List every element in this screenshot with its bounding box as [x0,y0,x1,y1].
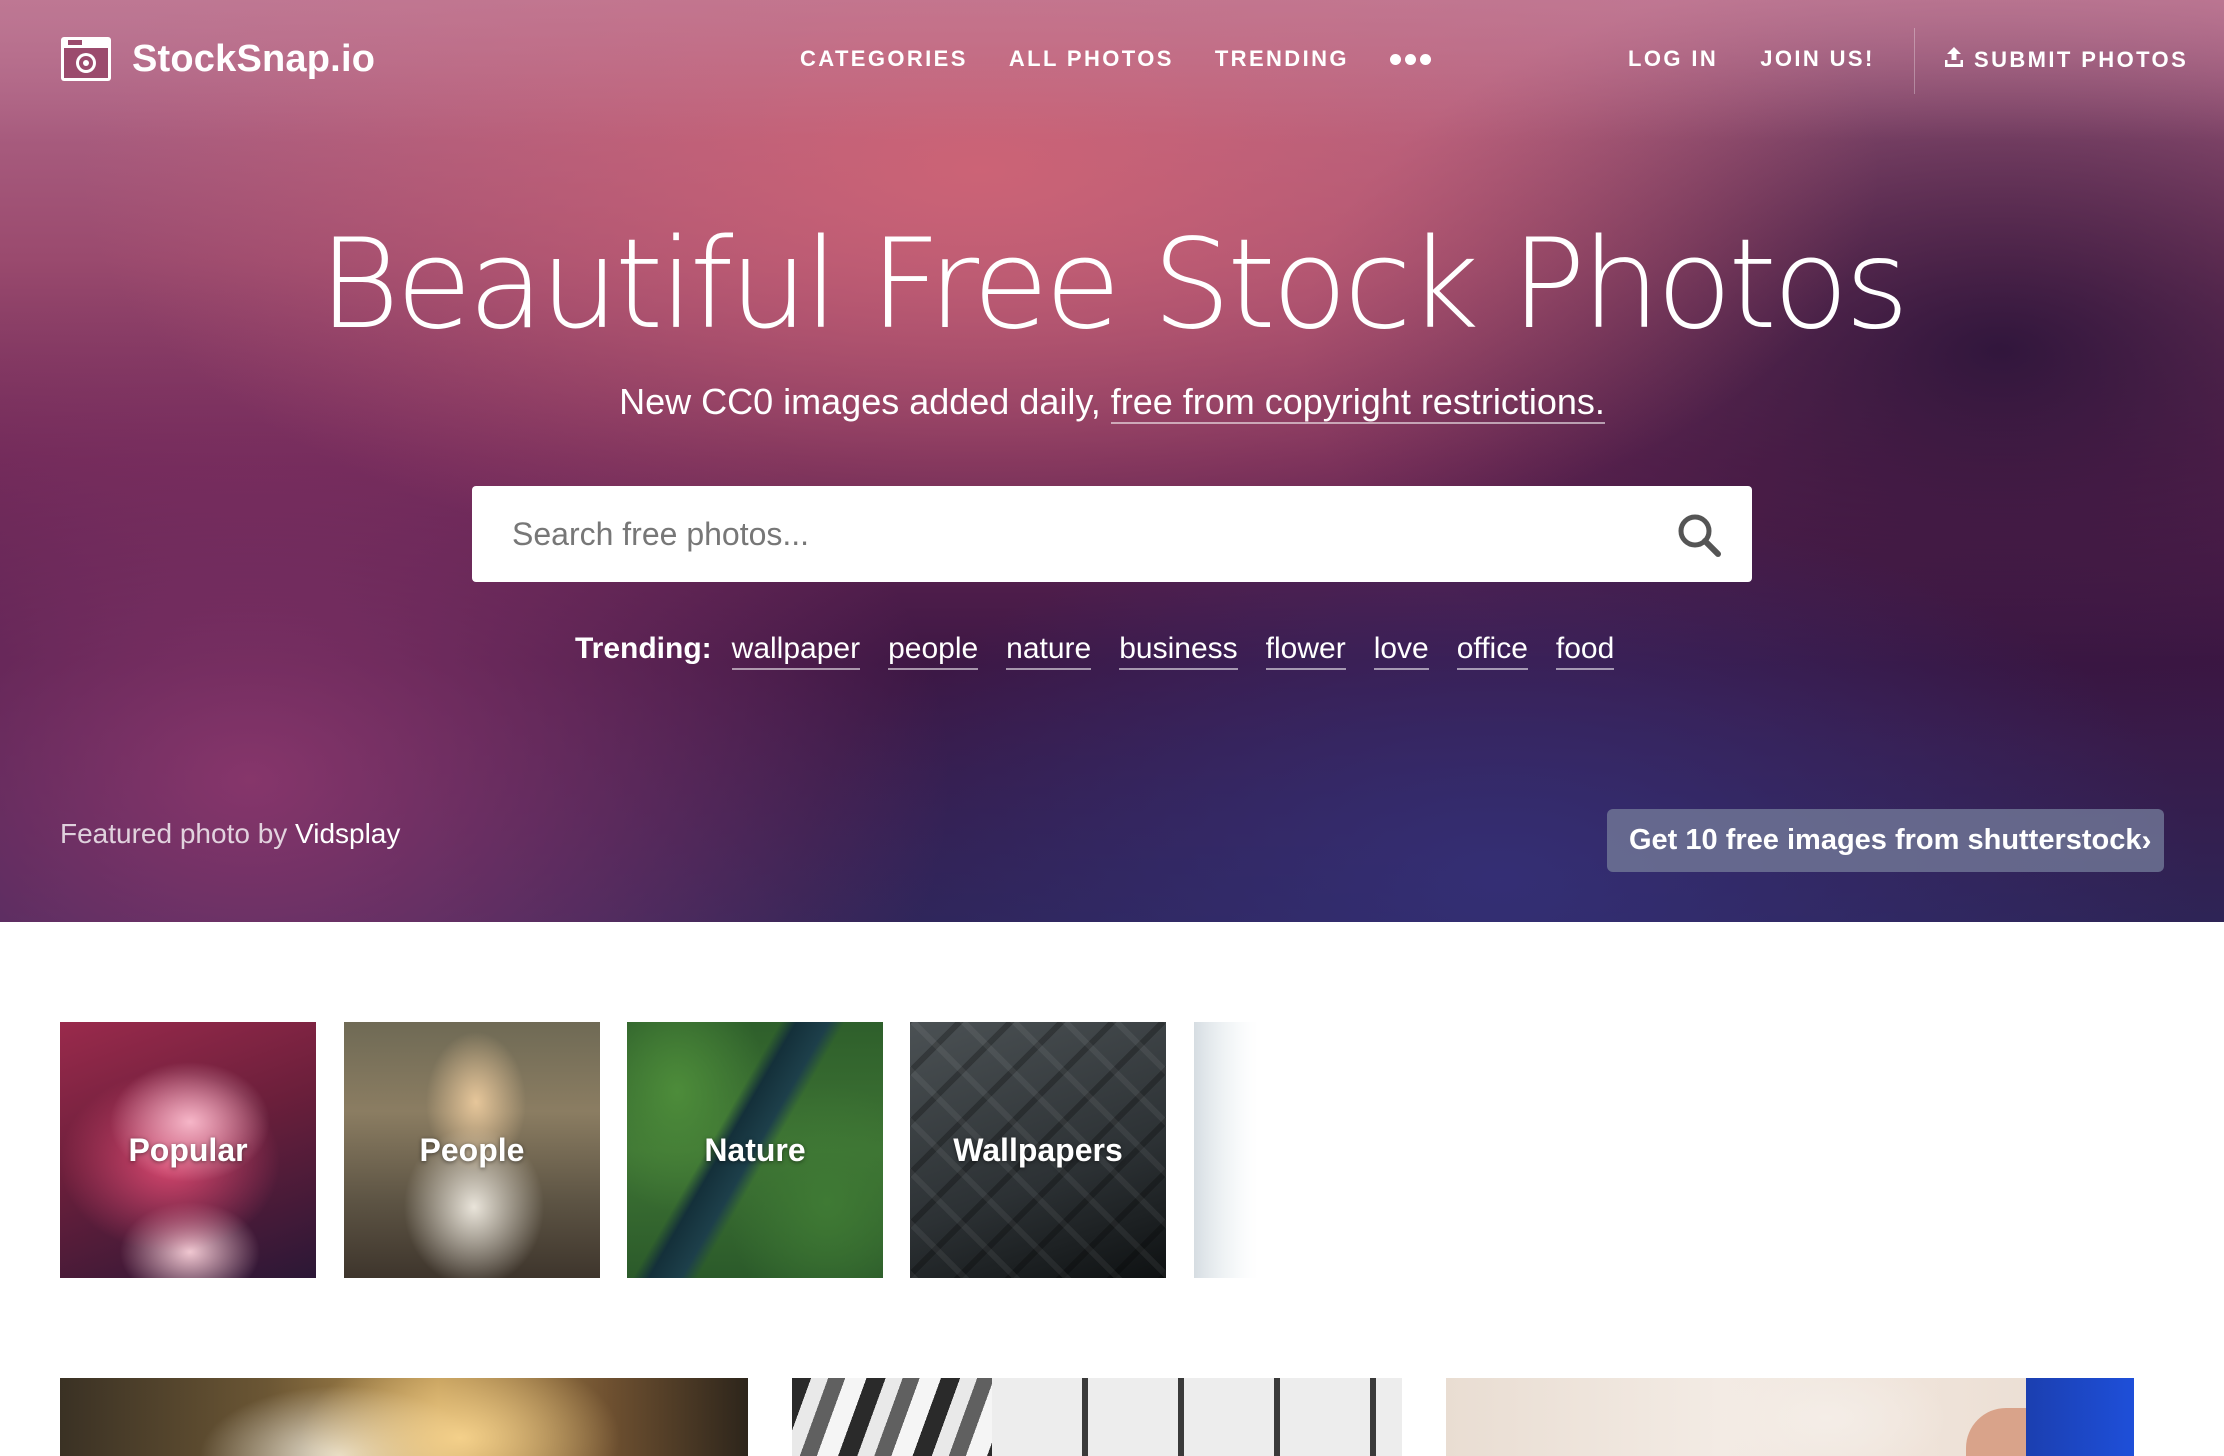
trending-label: Trending: [575,632,712,665]
featured-prefix: Featured photo by [60,818,296,849]
trending-tag-food[interactable]: food [1555,632,1615,670]
submit-photos-label: SUBMIT PHOTOS [1974,46,2189,72]
upload-icon [1944,46,1964,73]
subtitle-text: New CC0 images added daily, [619,381,1111,422]
dot [1419,53,1431,65]
search-bar [472,486,1752,582]
photo-card[interactable] [60,1378,748,1456]
trending-tag-office[interactable]: office [1456,632,1528,670]
category-next-partial[interactable] [1194,1022,1260,1278]
category-label: Wallpapers [953,1131,1123,1168]
main-menu: CATEGORIES ALL PHOTOS TRENDING [800,46,1431,72]
hero-banner: StockSnap.io CATEGORIES ALL PHOTOS TREND… [0,0,2224,922]
submit-photos-button[interactable]: SUBMIT PHOTOS [1944,46,2188,73]
nav-divider [1914,28,1915,94]
nav-all-photos[interactable]: ALL PHOTOS [1009,46,1174,72]
more-menu-icon[interactable] [1389,47,1431,71]
shutterstock-promo-button[interactable]: Get 10 free images from shutterstock › [1607,809,2164,872]
carousel-fade [1194,1022,1260,1278]
site-name: StockSnap.io [132,37,376,80]
search-input[interactable] [472,486,1612,582]
dot [1389,53,1401,65]
trending-tag-flower[interactable]: flower [1265,632,1346,670]
photo-detail [992,1378,1402,1456]
account-menu: LOG IN JOIN US! [1628,46,1875,72]
trending-tag-nature[interactable]: nature [1006,632,1092,670]
hero-subtitle: New CC0 images added daily, free from co… [0,376,2224,428]
camera-icon [60,36,112,82]
category-popular[interactable]: Popular [60,1022,316,1278]
join-link[interactable]: JOIN US! [1760,46,1875,72]
trending-tag-people[interactable]: people [888,632,979,670]
photo-card[interactable] [792,1378,1402,1456]
search-icon[interactable] [1676,512,1722,558]
photo-detail [2026,1378,2134,1456]
dot [1404,53,1416,65]
trending-tags: Trending: wallpaper people nature busine… [575,632,1615,670]
login-link[interactable]: LOG IN [1628,46,1718,72]
hero-title: Beautiful Free Stock Photos [318,213,1910,357]
category-label: Popular [128,1131,248,1168]
trending-tag-love[interactable]: love [1373,632,1429,670]
category-label: Nature [704,1131,806,1168]
copyright-link[interactable]: free from copyright restrictions. [1110,381,1605,424]
photo-card[interactable] [1446,1378,2134,1456]
featured-credit: Featured photo by Vidsplay [60,818,400,850]
category-nature[interactable]: Nature [627,1022,883,1278]
featured-author-link[interactable]: Vidsplay [295,818,400,849]
chevron-right-icon: › [2141,823,2152,857]
category-label: People [419,1131,525,1168]
trending-tag-business[interactable]: business [1119,632,1238,670]
nav-categories[interactable]: CATEGORIES [800,46,968,72]
trending-tag-wallpaper[interactable]: wallpaper [731,632,861,670]
category-wallpapers[interactable]: Wallpapers [910,1022,1166,1278]
category-people[interactable]: People [344,1022,600,1278]
promo-label: Get 10 free images from shutterstock [1629,824,2142,856]
top-navbar: StockSnap.io CATEGORIES ALL PHOTOS TREND… [0,0,2224,120]
nav-trending[interactable]: TRENDING [1215,46,1349,72]
site-logo[interactable]: StockSnap.io [60,36,375,82]
